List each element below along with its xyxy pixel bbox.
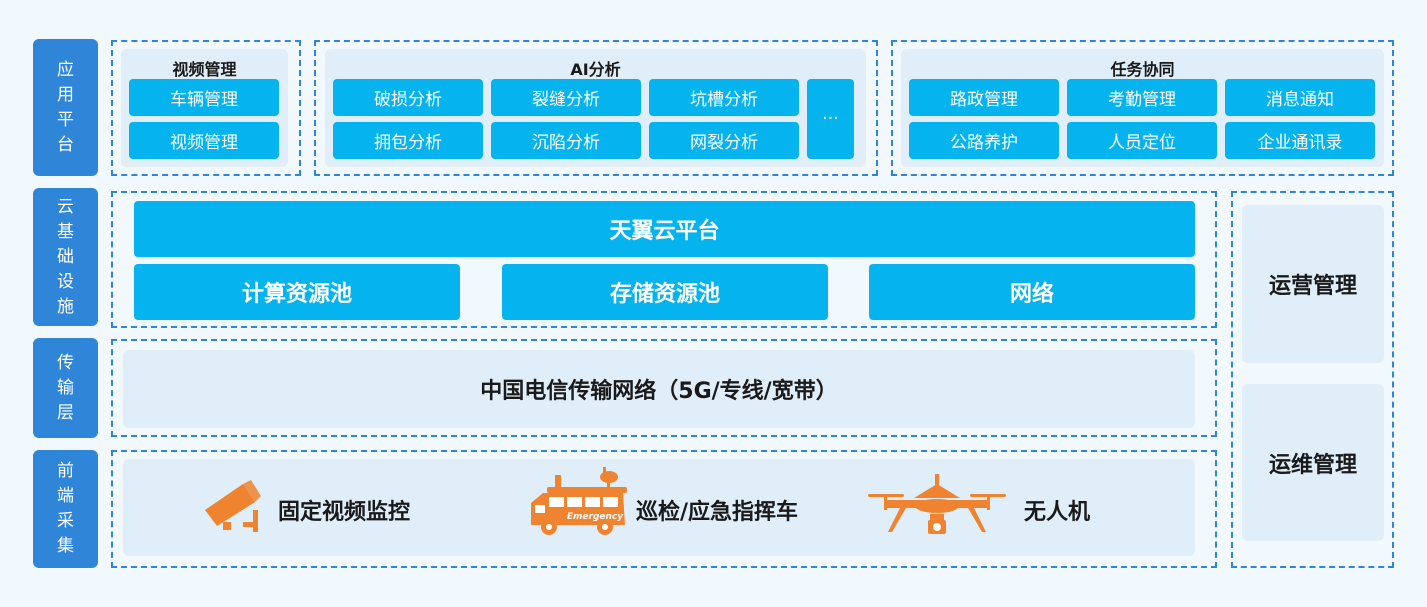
layer-label-char: 采 [57, 511, 74, 531]
layer-label-char: 输 [57, 377, 74, 398]
company-directory-button[interactable]: 企业通讯录 [1225, 122, 1375, 159]
crack-analysis-button[interactable]: 裂缝分析 [491, 79, 641, 116]
truck-text: Emergency [567, 512, 624, 522]
bulge-analysis-button[interactable]: 拥包分析 [333, 122, 483, 159]
ai-analysis-panel: AI分析 破损分析 裂缝分析 坑槽分析 拥包分析 沉陷分析 网裂分析 ··· [325, 49, 866, 167]
layer-label-char: 础 [57, 246, 74, 267]
telecom-network-panel: 中国电信传输网络（5G/专线/宽带） [123, 350, 1195, 428]
compute-pool-button[interactable]: 计算资源池 [134, 264, 460, 320]
layer-label-char: 端 [57, 486, 74, 506]
layer-label-char: 应 [57, 59, 74, 80]
subsidence-analysis-button[interactable]: 沉陷分析 [491, 122, 641, 159]
damage-analysis-button[interactable]: 破损分析 [333, 79, 483, 116]
vehicle-management-button[interactable]: 车辆管理 [129, 79, 279, 116]
drone-label: 无人机 [1024, 500, 1091, 525]
attendance-button[interactable]: 考勤管理 [1067, 79, 1217, 116]
network-button[interactable]: 网络 [869, 264, 1195, 320]
layer-label-text: 传输层 [57, 351, 74, 426]
patrol-vehicle-label: 巡检/应急指挥车 [636, 500, 799, 525]
video-management-button[interactable]: 视频管理 [129, 122, 279, 159]
layer-label-char: 施 [57, 296, 74, 317]
layer-label-char: 层 [57, 402, 74, 423]
layer-label-transport: 传输层 [33, 338, 98, 438]
layer-label-app: 应用平台 [33, 39, 98, 176]
task-collaboration-title: 任务协同 [1110, 60, 1175, 79]
storage-pool-button[interactable]: 存储资源池 [502, 264, 828, 320]
layer-label-text: 应用平台 [57, 58, 74, 158]
layer-label-char: 云 [57, 196, 74, 217]
fixed-video-label: 固定视频监控 [278, 500, 411, 525]
layer-label-char: 用 [57, 84, 74, 105]
emergency-truck-icon: Emergency [531, 467, 627, 535]
layer-label-frontend: 前端采集 [33, 450, 98, 568]
layer-label-char: 设 [57, 271, 74, 292]
personnel-location-button[interactable]: 人员定位 [1067, 122, 1217, 159]
security-camera-icon [205, 480, 261, 532]
layer-label-char: 基 [57, 221, 74, 242]
ai-analysis-title: AI分析 [570, 60, 621, 79]
layer-label-char: 传 [57, 352, 74, 373]
layer-label-char: 平 [57, 109, 74, 130]
task-collaboration-panel: 任务协同 路政管理 考勤管理 消息通知 公路养护 人员定位 企业通讯录 [901, 49, 1384, 167]
layer-label-text: 前端采集 [57, 459, 74, 559]
video-management-title: 视频管理 [172, 60, 237, 79]
road-maintenance-button[interactable]: 公路养护 [909, 122, 1059, 159]
video-management-panel: 视频管理 车辆管理 视频管理 [121, 49, 288, 167]
notification-button[interactable]: 消息通知 [1225, 79, 1375, 116]
operations-management-panel: 运营管理 [1242, 205, 1384, 363]
drone-icon [868, 474, 1006, 534]
layer-label-char: 台 [57, 134, 74, 155]
mesh-crack-analysis-button[interactable]: 网裂分析 [649, 122, 799, 159]
maintenance-management-panel: 运维管理 [1242, 384, 1384, 541]
layer-label-char: 集 [57, 536, 74, 556]
layer-label-text: 云基础设施 [57, 195, 74, 320]
pothole-analysis-button[interactable]: 坑槽分析 [649, 79, 799, 116]
tianyi-cloud-platform[interactable]: 天翼云平台 [134, 201, 1195, 257]
layer-label-char: 前 [57, 461, 74, 481]
layer-label-cloud: 云基础设施 [33, 188, 98, 326]
road-admin-button[interactable]: 路政管理 [909, 79, 1059, 116]
more-analysis-button[interactable]: ··· [807, 79, 854, 159]
